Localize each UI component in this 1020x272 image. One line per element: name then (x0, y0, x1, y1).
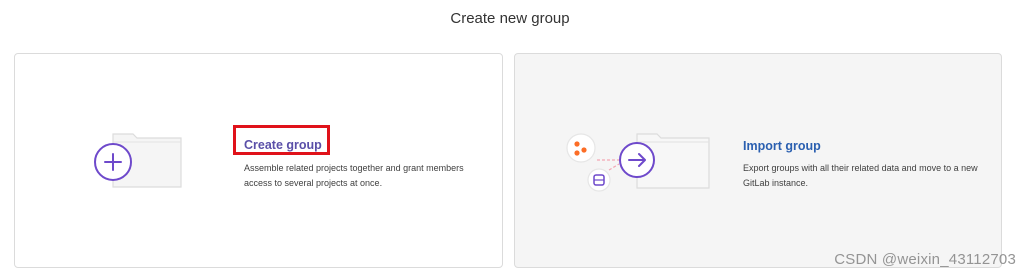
folder-import-arrow-icon (566, 133, 710, 192)
create-group-card[interactable]: Create group Assemble related projects t… (14, 53, 503, 268)
import-group-card[interactable]: Import group Export groups with all thei… (514, 53, 1002, 268)
import-group-link[interactable]: Import group (743, 139, 821, 153)
highlight-box (233, 125, 330, 155)
folder-plus-icon (94, 133, 182, 188)
page-title: Create new group (450, 10, 570, 27)
watermark: CSDN @weixin_43112703 (834, 251, 1016, 268)
import-group-description: Export groups with all their related dat… (743, 163, 978, 188)
create-group-description: Assemble related projects together and g… (244, 163, 464, 188)
